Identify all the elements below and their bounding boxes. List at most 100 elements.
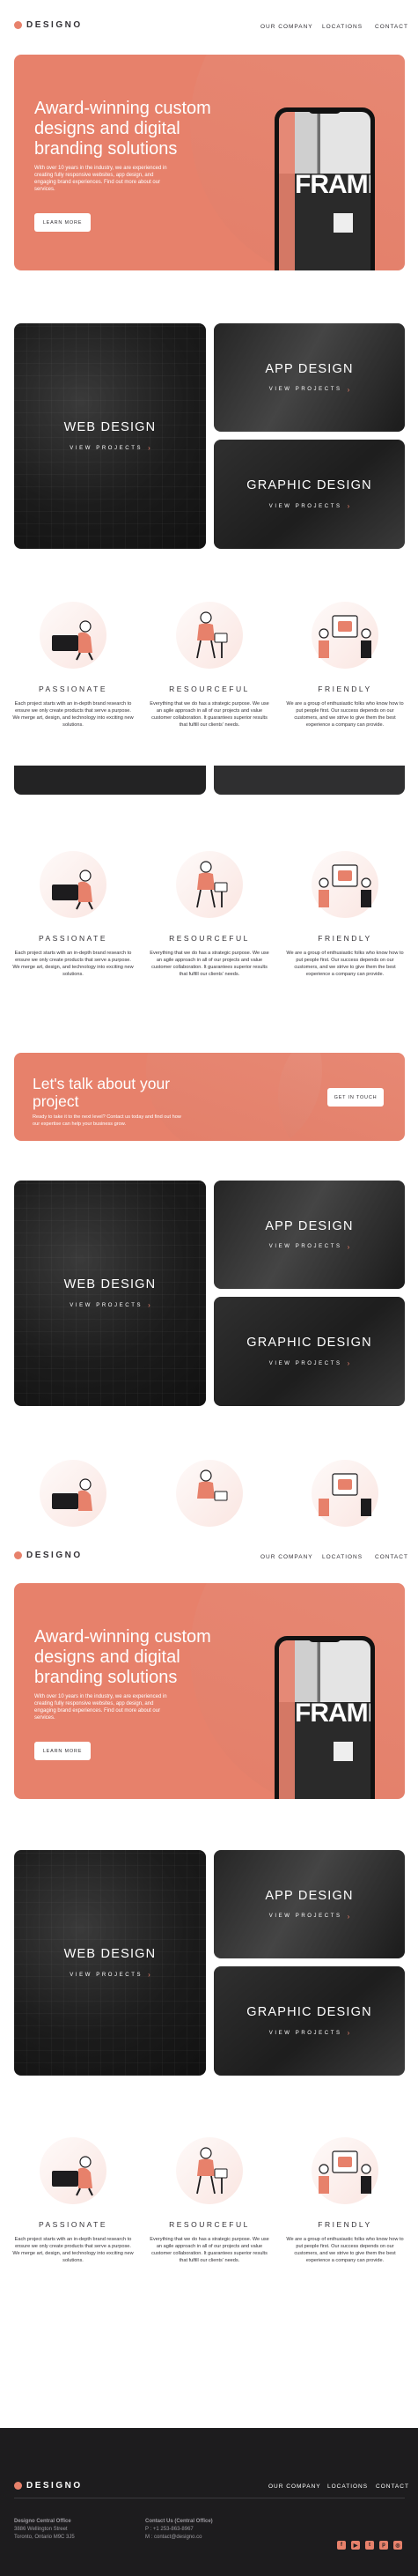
nav-locations[interactable]: LOCATIONS <box>322 24 363 30</box>
feature-illustration-passionate <box>8 1460 138 1527</box>
logo-icon[interactable] <box>14 21 22 29</box>
nav-locations[interactable]: LOCATIONS <box>327 2483 368 2490</box>
nav-contact[interactable]: CONTACT <box>375 1554 408 1560</box>
social-links: f ▶ t p ◎ <box>337 2541 402 2550</box>
view-projects-link[interactable]: VIEW PROJECTS › <box>269 502 349 510</box>
feature-body: Everything that we do has a strategic pu… <box>150 2237 269 2263</box>
pinterest-icon[interactable]: p <box>379 2541 388 2550</box>
cta-body: Ready to take it to the next level? Cont… <box>33 1114 181 1127</box>
instagram-icon[interactable]: ◎ <box>393 2541 402 2550</box>
chevron-right-icon: › <box>347 385 350 394</box>
feature-body: Each project starts with an in-depth bra… <box>12 701 134 728</box>
web-design-card[interactable]: WEB DESIGN VIEW PROJECTS › <box>14 323 206 549</box>
hero-section: Award-winning custom designs and digital… <box>14 55 405 270</box>
graphic-design-card[interactable]: GRAPHIC DESIGN VIEW PROJECTS › <box>214 1966 405 2076</box>
friendly-illustration-icon <box>312 851 378 918</box>
phone-screen-text: FRAME <box>295 170 370 199</box>
feature-friendly: FRIENDLY We are a group of enthusiastic … <box>280 851 410 978</box>
feature-passionate: PASSIONATE Each project starts with an i… <box>8 2137 138 2264</box>
resourceful-illustration-icon <box>176 1460 243 1527</box>
resourceful-illustration-icon <box>176 602 243 669</box>
feature-friendly: FRIENDLY We are a group of enthusiastic … <box>280 2137 410 2264</box>
passionate-illustration-icon <box>40 602 106 669</box>
graphic-design-card[interactable]: GRAPHIC DESIGN VIEW PROJECTS › <box>214 1297 405 1406</box>
view-projects-link[interactable]: VIEW PROJECTS › <box>70 1971 150 1979</box>
web-design-card-fragment <box>14 766 206 795</box>
feature-body: Everything that we do has a strategic pu… <box>150 951 269 977</box>
site-header: DESIGNO OUR COMPANY LOCATIONS CONTACT <box>0 1529 418 1583</box>
nav-contact[interactable]: CONTACT <box>376 2483 409 2490</box>
learn-more-button[interactable]: LEARN MORE <box>34 213 91 232</box>
learn-more-button[interactable]: LEARN MORE <box>34 1742 91 1760</box>
feature-title: PASSIONATE <box>38 685 108 693</box>
youtube-icon[interactable]: ▶ <box>351 2541 360 2550</box>
web-design-card[interactable]: WEB DESIGN VIEW PROJECTS › <box>14 1850 206 2076</box>
page: DESIGNO OUR COMPANY LOCATIONS CONTACT Aw… <box>0 0 418 2576</box>
phone-mockup: FRAME <box>275 107 375 270</box>
office-address-line2: Toronto, Ontario M9C 3J5 <box>14 2535 75 2540</box>
site-header: DESIGNO OUR COMPANY LOCATIONS CONTACT <box>0 0 418 55</box>
graphic-design-card[interactable]: GRAPHIC DESIGN VIEW PROJECTS › <box>214 440 405 549</box>
nav-our-company[interactable]: OUR COMPANY <box>260 1554 313 1560</box>
feature-title: RESOURCEFUL <box>169 685 250 693</box>
footer-logo[interactable]: DESIGNO <box>26 2481 83 2491</box>
nav-locations[interactable]: LOCATIONS <box>322 1554 363 1560</box>
view-projects-link[interactable]: VIEW PROJECTS › <box>269 1913 349 1921</box>
chevron-right-icon: › <box>148 1301 150 1309</box>
friendly-illustration-icon <box>312 2137 378 2204</box>
nav-our-company[interactable]: OUR COMPANY <box>260 24 313 30</box>
graphic-design-title: GRAPHIC DESIGN <box>246 2005 372 2019</box>
get-in-touch-button[interactable]: GET IN TOUCH <box>327 1088 384 1107</box>
app-design-title: APP DESIGN <box>265 1888 354 1903</box>
view-projects-link[interactable]: VIEW PROJECTS › <box>70 444 150 452</box>
phone-screen-text: FRAME <box>295 1699 370 1728</box>
view-projects-link[interactable]: VIEW PROJECTS › <box>269 1243 349 1251</box>
logo-icon[interactable] <box>14 1551 22 1559</box>
view-projects-link[interactable]: VIEW PROJECTS › <box>269 1359 349 1367</box>
feature-title: FRIENDLY <box>318 2220 372 2229</box>
logo[interactable]: DESIGNO <box>26 1551 83 1560</box>
app-design-title: APP DESIGN <box>265 1218 354 1233</box>
feature-body: We are a group of enthusiastic folks who… <box>286 2237 404 2263</box>
view-projects-link[interactable]: VIEW PROJECTS › <box>269 2029 349 2037</box>
feature-friendly: FRIENDLY We are a group of enthusiastic … <box>280 602 410 729</box>
phone-mockup: FRAME <box>275 1636 375 1799</box>
chevron-right-icon: › <box>347 2029 350 2037</box>
chevron-right-icon: › <box>347 1912 350 1921</box>
feature-illustration-friendly <box>280 1460 410 1527</box>
chevron-right-icon: › <box>148 1971 150 1979</box>
footer-office: Designo Central Office 3886 Wellington S… <box>14 2518 75 2542</box>
cta-section: Let's talk about your project Ready to t… <box>14 1053 405 1141</box>
view-projects-link[interactable]: VIEW PROJECTS › <box>70 1301 150 1309</box>
app-design-card[interactable]: APP DESIGN VIEW PROJECTS › <box>214 323 405 432</box>
contact-phone[interactable]: P : +1 253-863-8967 <box>145 2526 213 2534</box>
feature-resourceful: RESOURCEFUL Everything that we do has a … <box>144 851 275 978</box>
logo[interactable]: DESIGNO <box>26 20 83 30</box>
site-footer: DESIGNO OUR COMPANY LOCATIONS CONTACT De… <box>0 2428 418 2576</box>
web-design-title: WEB DESIGN <box>63 1947 157 1961</box>
graphic-design-title: GRAPHIC DESIGN <box>246 478 372 492</box>
graphic-design-title: GRAPHIC DESIGN <box>246 1336 372 1350</box>
contact-email[interactable]: M : contact@designo.co <box>145 2534 213 2542</box>
office-title: Designo Central Office <box>14 2519 71 2524</box>
logo-icon[interactable] <box>14 2482 22 2490</box>
web-design-card[interactable]: WEB DESIGN VIEW PROJECTS › <box>14 1181 206 1406</box>
passionate-illustration-icon <box>40 2137 106 2204</box>
resourceful-illustration-icon <box>176 851 243 918</box>
app-design-card[interactable]: APP DESIGN VIEW PROJECTS › <box>214 1850 405 1958</box>
app-design-card[interactable]: APP DESIGN VIEW PROJECTS › <box>214 1181 405 1289</box>
chevron-right-icon: › <box>148 444 150 452</box>
view-projects-link[interactable]: VIEW PROJECTS › <box>269 386 349 394</box>
twitter-icon[interactable]: t <box>365 2541 374 2550</box>
footer-contact: Contact Us (Central Office) P : +1 253-8… <box>145 2518 213 2542</box>
nav-our-company[interactable]: OUR COMPANY <box>268 2483 321 2490</box>
nav-contact[interactable]: CONTACT <box>375 24 408 30</box>
feature-title: RESOURCEFUL <box>169 2220 250 2229</box>
feature-resourceful: RESOURCEFUL Everything that we do has a … <box>144 2137 275 2264</box>
graphic-design-card-fragment <box>214 766 405 795</box>
passionate-illustration-icon <box>40 1460 106 1527</box>
facebook-icon[interactable]: f <box>337 2541 346 2550</box>
feature-passionate: PASSIONATE Each project starts with an i… <box>8 851 138 978</box>
feature-passionate: PASSIONATE Each project starts with an i… <box>8 602 138 729</box>
hero-body: With over 10 years in the industry, we a… <box>34 166 167 192</box>
